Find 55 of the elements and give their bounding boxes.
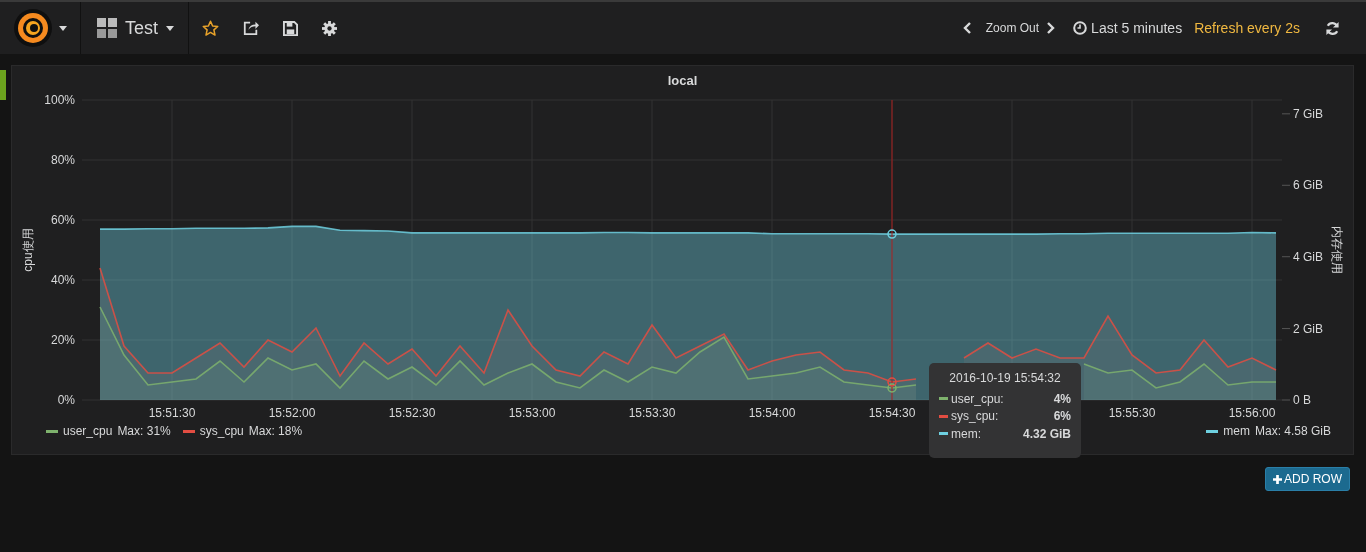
axis-label: 15:55:30 bbox=[1108, 406, 1156, 420]
clock-icon bbox=[1073, 21, 1088, 35]
axis-label: 7 GiB bbox=[1293, 106, 1323, 121]
axis-label: 0 B bbox=[1293, 393, 1311, 407]
axis-label: 15:52:00 bbox=[268, 406, 316, 420]
caret-icon bbox=[166, 25, 174, 31]
logo-icon[interactable] bbox=[13, 8, 53, 48]
axis-label: 6 GiB bbox=[1293, 178, 1323, 193]
legend-series-name[interactable]: user_cpu bbox=[63, 424, 113, 438]
axis-label: 20% bbox=[50, 333, 75, 347]
axis-label: 80% bbox=[50, 153, 75, 167]
legend-max: Max: 18% bbox=[248, 424, 303, 438]
tooltip-series-name: sys_cpu: bbox=[951, 409, 1000, 424]
legend-series-name[interactable]: mem bbox=[1223, 424, 1250, 438]
axis-label: 40% bbox=[50, 273, 75, 287]
axis-label: 15:54:30 bbox=[868, 406, 916, 420]
refresh-interval[interactable]: Refresh every 2s bbox=[1194, 20, 1300, 36]
axis-label: 15:53:00 bbox=[508, 406, 556, 420]
tooltip-series-name: user_cpu: bbox=[951, 391, 1005, 406]
zoom-out-button[interactable]: Zoom Out bbox=[985, 21, 1040, 35]
chevron-left-icon[interactable] bbox=[962, 22, 971, 34]
star-icon[interactable] bbox=[202, 19, 219, 37]
tooltip-time: 2016-10-19 15:54:32 bbox=[948, 371, 1062, 385]
refresh-icon[interactable] bbox=[1325, 20, 1340, 36]
axis-label: 15:53:30 bbox=[628, 406, 676, 420]
share-icon[interactable] bbox=[243, 20, 259, 36]
save-icon[interactable] bbox=[283, 20, 298, 36]
legend-max: Max: 4.58 GiB bbox=[1254, 424, 1331, 438]
axis-label: 15:54:00 bbox=[748, 406, 796, 420]
legend-max: Max: 31% bbox=[117, 424, 171, 438]
tooltip-value: 6% bbox=[1053, 409, 1071, 424]
panel-title[interactable]: local bbox=[12, 66, 1353, 92]
tooltip-series-name: mem: bbox=[951, 426, 982, 441]
add-row-button[interactable]: ADD ROW bbox=[1265, 467, 1350, 491]
tooltip-value: 4.32 GiB bbox=[1022, 426, 1071, 441]
tooltip-value: 4% bbox=[1053, 391, 1071, 406]
dashboard-picker[interactable]: Test bbox=[81, 2, 189, 54]
axis-label: 2 GiB bbox=[1293, 321, 1323, 336]
time-range-picker[interactable]: Last 5 minutes bbox=[1073, 20, 1183, 36]
settings-icon[interactable] bbox=[322, 20, 337, 36]
grid-icon bbox=[97, 18, 117, 38]
row-handle[interactable] bbox=[0, 70, 6, 100]
axis-label: 0% bbox=[57, 393, 75, 407]
axis-label: 100% bbox=[44, 93, 75, 107]
axis-label: 15:51:30 bbox=[148, 406, 196, 420]
plus-icon bbox=[1273, 474, 1282, 484]
chevron-right-icon[interactable] bbox=[1047, 22, 1056, 34]
axis-label: 60% bbox=[50, 213, 75, 227]
axis-label: 15:56:00 bbox=[1228, 406, 1276, 420]
axis-title: 内存使用 bbox=[1330, 226, 1344, 274]
caret-icon[interactable] bbox=[59, 25, 67, 31]
legend-series-name[interactable]: sys_cpu bbox=[199, 424, 244, 438]
axis-title: cpu使用 bbox=[21, 228, 35, 272]
axis-label: 15:52:30 bbox=[388, 406, 436, 420]
axis-label: 4 GiB bbox=[1293, 249, 1323, 264]
